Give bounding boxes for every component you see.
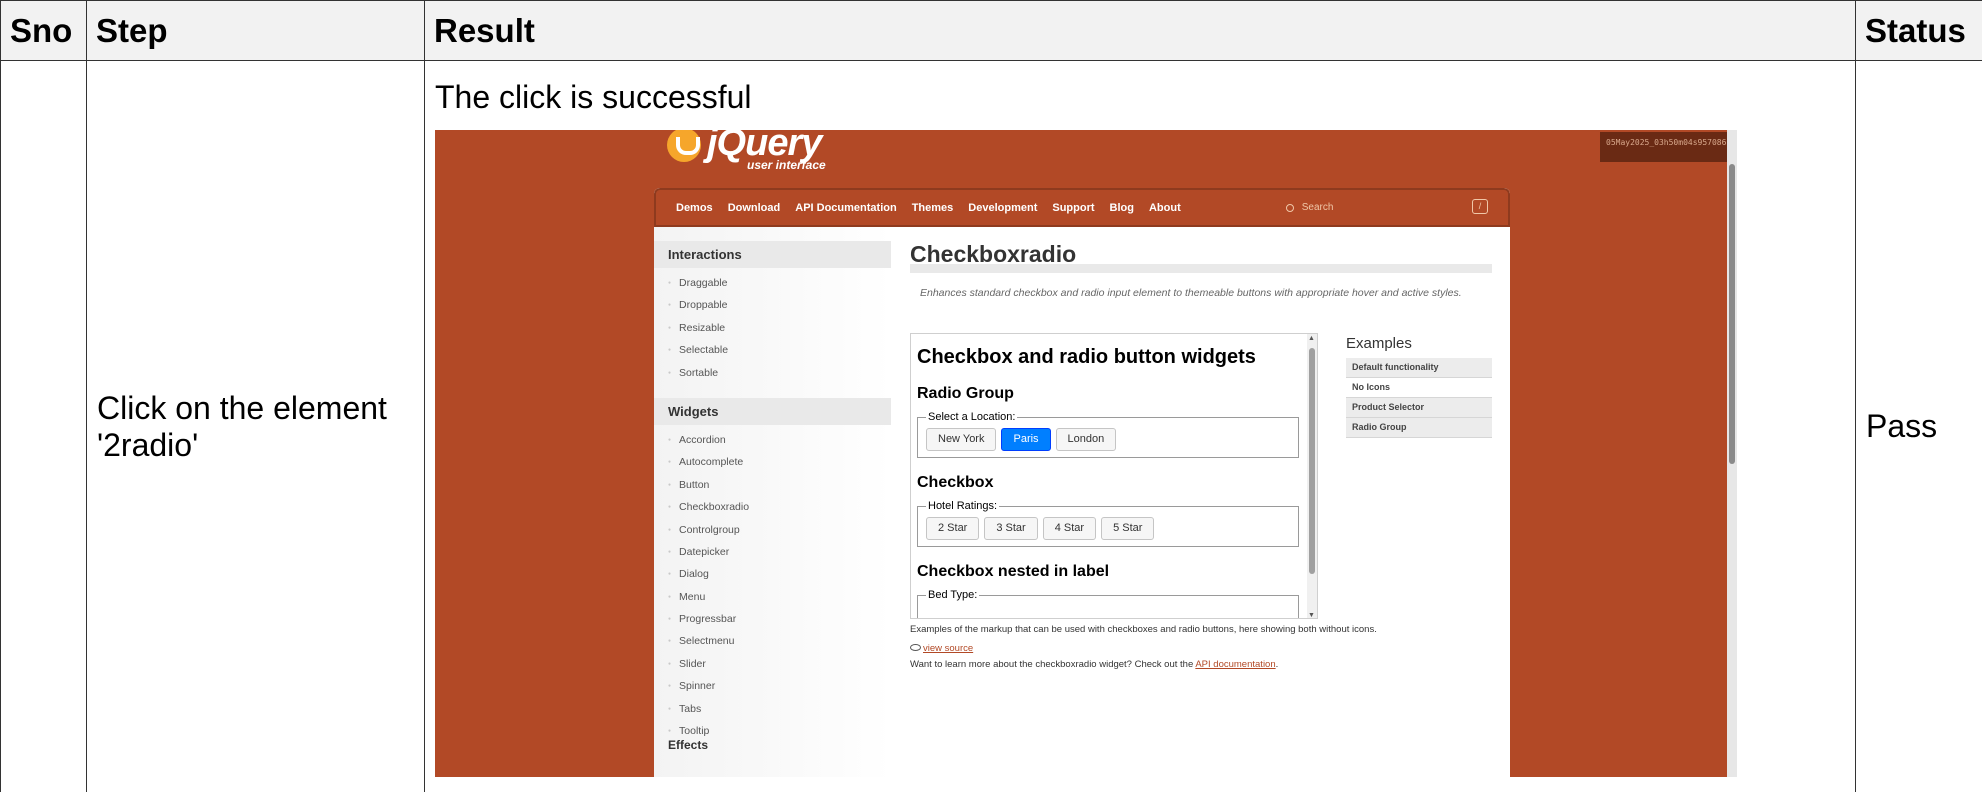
checkbox-heading: Checkbox — [917, 474, 994, 491]
result-text: The click is successful — [435, 79, 752, 115]
sidebar-item-selectmenu[interactable]: Selectmenu — [668, 630, 891, 652]
nested-heading: Checkbox nested in label — [917, 563, 1110, 580]
sidebar-item-button[interactable]: Button — [668, 474, 891, 496]
radio-london[interactable]: London — [1055, 428, 1117, 451]
jquery-logo-icon — [667, 130, 701, 162]
learn-more-row: Want to learn more about the checkboxrad… — [910, 659, 1278, 670]
sidebar-list-interactions: Draggable Droppable Resizable Selectable… — [654, 268, 891, 384]
top-nav: Demos Download API Documentation Themes … — [654, 188, 1510, 227]
checkbox-2-star[interactable]: 2 Star — [926, 517, 980, 540]
search-icon — [1285, 203, 1294, 212]
logo-subtitle: user interface — [747, 158, 826, 172]
scroll-down-arrow-icon[interactable]: ▼ — [1308, 612, 1315, 618]
example-radio-group[interactable]: Radio Group — [1346, 418, 1492, 438]
sidebar-heading-interactions: Interactions — [654, 241, 891, 268]
header-step: Step — [86, 0, 425, 61]
page-title: Checkboxradio — [910, 227, 1492, 273]
sidebar-item-selectable[interactable]: Selectable — [668, 339, 891, 361]
examples-panel: Examples Default functionality No Icons … — [1346, 335, 1492, 438]
nav-support[interactable]: Support — [1052, 202, 1094, 214]
cell-result: The click is successful jQuery user inte… — [424, 60, 1856, 792]
nav-blog[interactable]: Blog — [1110, 202, 1134, 214]
scroll-up-arrow-icon[interactable]: ▲ — [1308, 335, 1315, 342]
checkbox-3-star[interactable]: 3 Star — [984, 517, 1038, 540]
example-default-functionality[interactable]: Default functionality — [1346, 358, 1492, 378]
search-shortcut-key: / — [1472, 199, 1488, 214]
bed-type-legend: Bed Type: — [926, 589, 980, 601]
sidebar: Interactions Draggable Droppable Resizab… — [654, 227, 891, 777]
cell-step: Click on the element '2radio' — [86, 60, 425, 792]
nav-development[interactable]: Development — [968, 202, 1037, 214]
cell-status: Pass — [1855, 60, 1982, 792]
search-placeholder: Search — [1301, 202, 1334, 213]
location-legend: Select a Location: — [926, 411, 1018, 423]
checkbox-4-star[interactable]: 4 Star — [1042, 517, 1097, 540]
view-source-row: view source — [910, 643, 973, 654]
sidebar-heading-effects: Effects — [668, 738, 709, 752]
sidebar-item-sortable[interactable]: Sortable — [668, 362, 891, 384]
sidebar-item-droppable[interactable]: Droppable — [668, 294, 891, 316]
eye-icon — [910, 644, 921, 651]
sidebar-item-draggable[interactable]: Draggable — [668, 272, 891, 294]
location-fieldset: Select a Location: New York Paris London — [917, 411, 1299, 458]
radio-group-heading: Radio Group — [917, 385, 1014, 402]
radio-paris[interactable]: Paris — [1001, 428, 1051, 451]
sidebar-item-autocomplete[interactable]: Autocomplete — [668, 451, 891, 473]
page-scrollbar[interactable] — [1727, 130, 1737, 777]
sidebar-list-widgets: Accordion Autocomplete Button Checkboxra… — [654, 425, 891, 742]
nav-themes[interactable]: Themes — [912, 202, 954, 214]
sidebar-item-progressbar[interactable]: Progressbar — [668, 608, 891, 630]
sidebar-item-accordion[interactable]: Accordion — [668, 429, 891, 451]
example-no-icons[interactable]: No Icons — [1346, 378, 1492, 398]
logo-word: jQuery — [707, 130, 822, 164]
sidebar-item-dialog[interactable]: Dialog — [668, 563, 891, 585]
header-row: Sno Step Result Status — [0, 0, 1982, 61]
learn-more-text: Want to learn more about the checkboxrad… — [910, 659, 1196, 670]
header-sno: Sno — [0, 0, 87, 61]
demo-scroll-thumb[interactable] — [1309, 348, 1315, 574]
hotel-ratings-legend: Hotel Ratings: — [926, 500, 1000, 512]
examples-title: Examples — [1346, 335, 1412, 352]
sidebar-item-datepicker[interactable]: Datepicker — [668, 541, 891, 563]
page-scroll-thumb[interactable] — [1729, 164, 1735, 464]
example-product-selector[interactable]: Product Selector — [1346, 398, 1492, 418]
timestamp-overlay: 05May2025_03h50m04s957086 — [1600, 132, 1737, 162]
sidebar-item-spinner[interactable]: Spinner — [668, 675, 891, 697]
hotel-ratings-fieldset: Hotel Ratings: 2 Star 3 Star 4 Star 5 St… — [917, 500, 1299, 547]
sidebar-item-slider[interactable]: Slider — [668, 653, 891, 675]
page-description: Enhances standard checkbox and radio inp… — [920, 287, 1462, 299]
nav-demos[interactable]: Demos — [676, 202, 713, 214]
learn-more-suffix: . — [1275, 659, 1279, 670]
api-documentation-link[interactable]: API documentation — [1195, 659, 1275, 670]
table-row: Click on the element '2radio' The click … — [0, 60, 1982, 792]
header-status: Status — [1855, 0, 1982, 61]
result-screenshot: jQuery user interface 05May2025_03h50m04… — [435, 130, 1737, 777]
radio-new-york[interactable]: New York — [926, 428, 997, 451]
checkbox-5-star[interactable]: 5 Star — [1101, 517, 1155, 540]
test-report-table: Sno Step Result Status Click on the elem… — [0, 0, 1982, 792]
sidebar-item-controlgroup[interactable]: Controlgroup — [668, 519, 891, 541]
site-container: Demos Download API Documentation Themes … — [654, 188, 1510, 777]
sidebar-item-checkboxradio[interactable]: Checkboxradio — [668, 496, 891, 518]
nav-download[interactable]: Download — [728, 202, 781, 214]
bed-type-fieldset: Bed Type: — [917, 589, 1299, 618]
markup-note: Examples of the markup that can be used … — [910, 624, 1377, 635]
demo-heading: Checkbox and radio button widgets — [917, 346, 1256, 368]
view-source-link[interactable]: view source — [923, 643, 973, 654]
jquery-ui-logo: jQuery user interface — [667, 130, 826, 172]
nav-about[interactable]: About — [1149, 202, 1181, 214]
demo-scrollbar[interactable]: ▲ ▼ — [1307, 334, 1317, 618]
sidebar-item-tabs[interactable]: Tabs — [668, 698, 891, 720]
header-result: Result — [424, 0, 1856, 61]
sidebar-heading-widgets: Widgets — [654, 397, 891, 425]
nav-api-documentation[interactable]: API Documentation — [795, 202, 896, 214]
main-content: Checkboxradio Enhances standard checkbox… — [910, 227, 1492, 777]
sidebar-item-resizable[interactable]: Resizable — [668, 317, 891, 339]
cell-sno — [0, 60, 87, 792]
sidebar-item-menu[interactable]: Menu — [668, 586, 891, 608]
demo-iframe[interactable]: Checkbox and radio button widgets Radio … — [910, 333, 1318, 619]
